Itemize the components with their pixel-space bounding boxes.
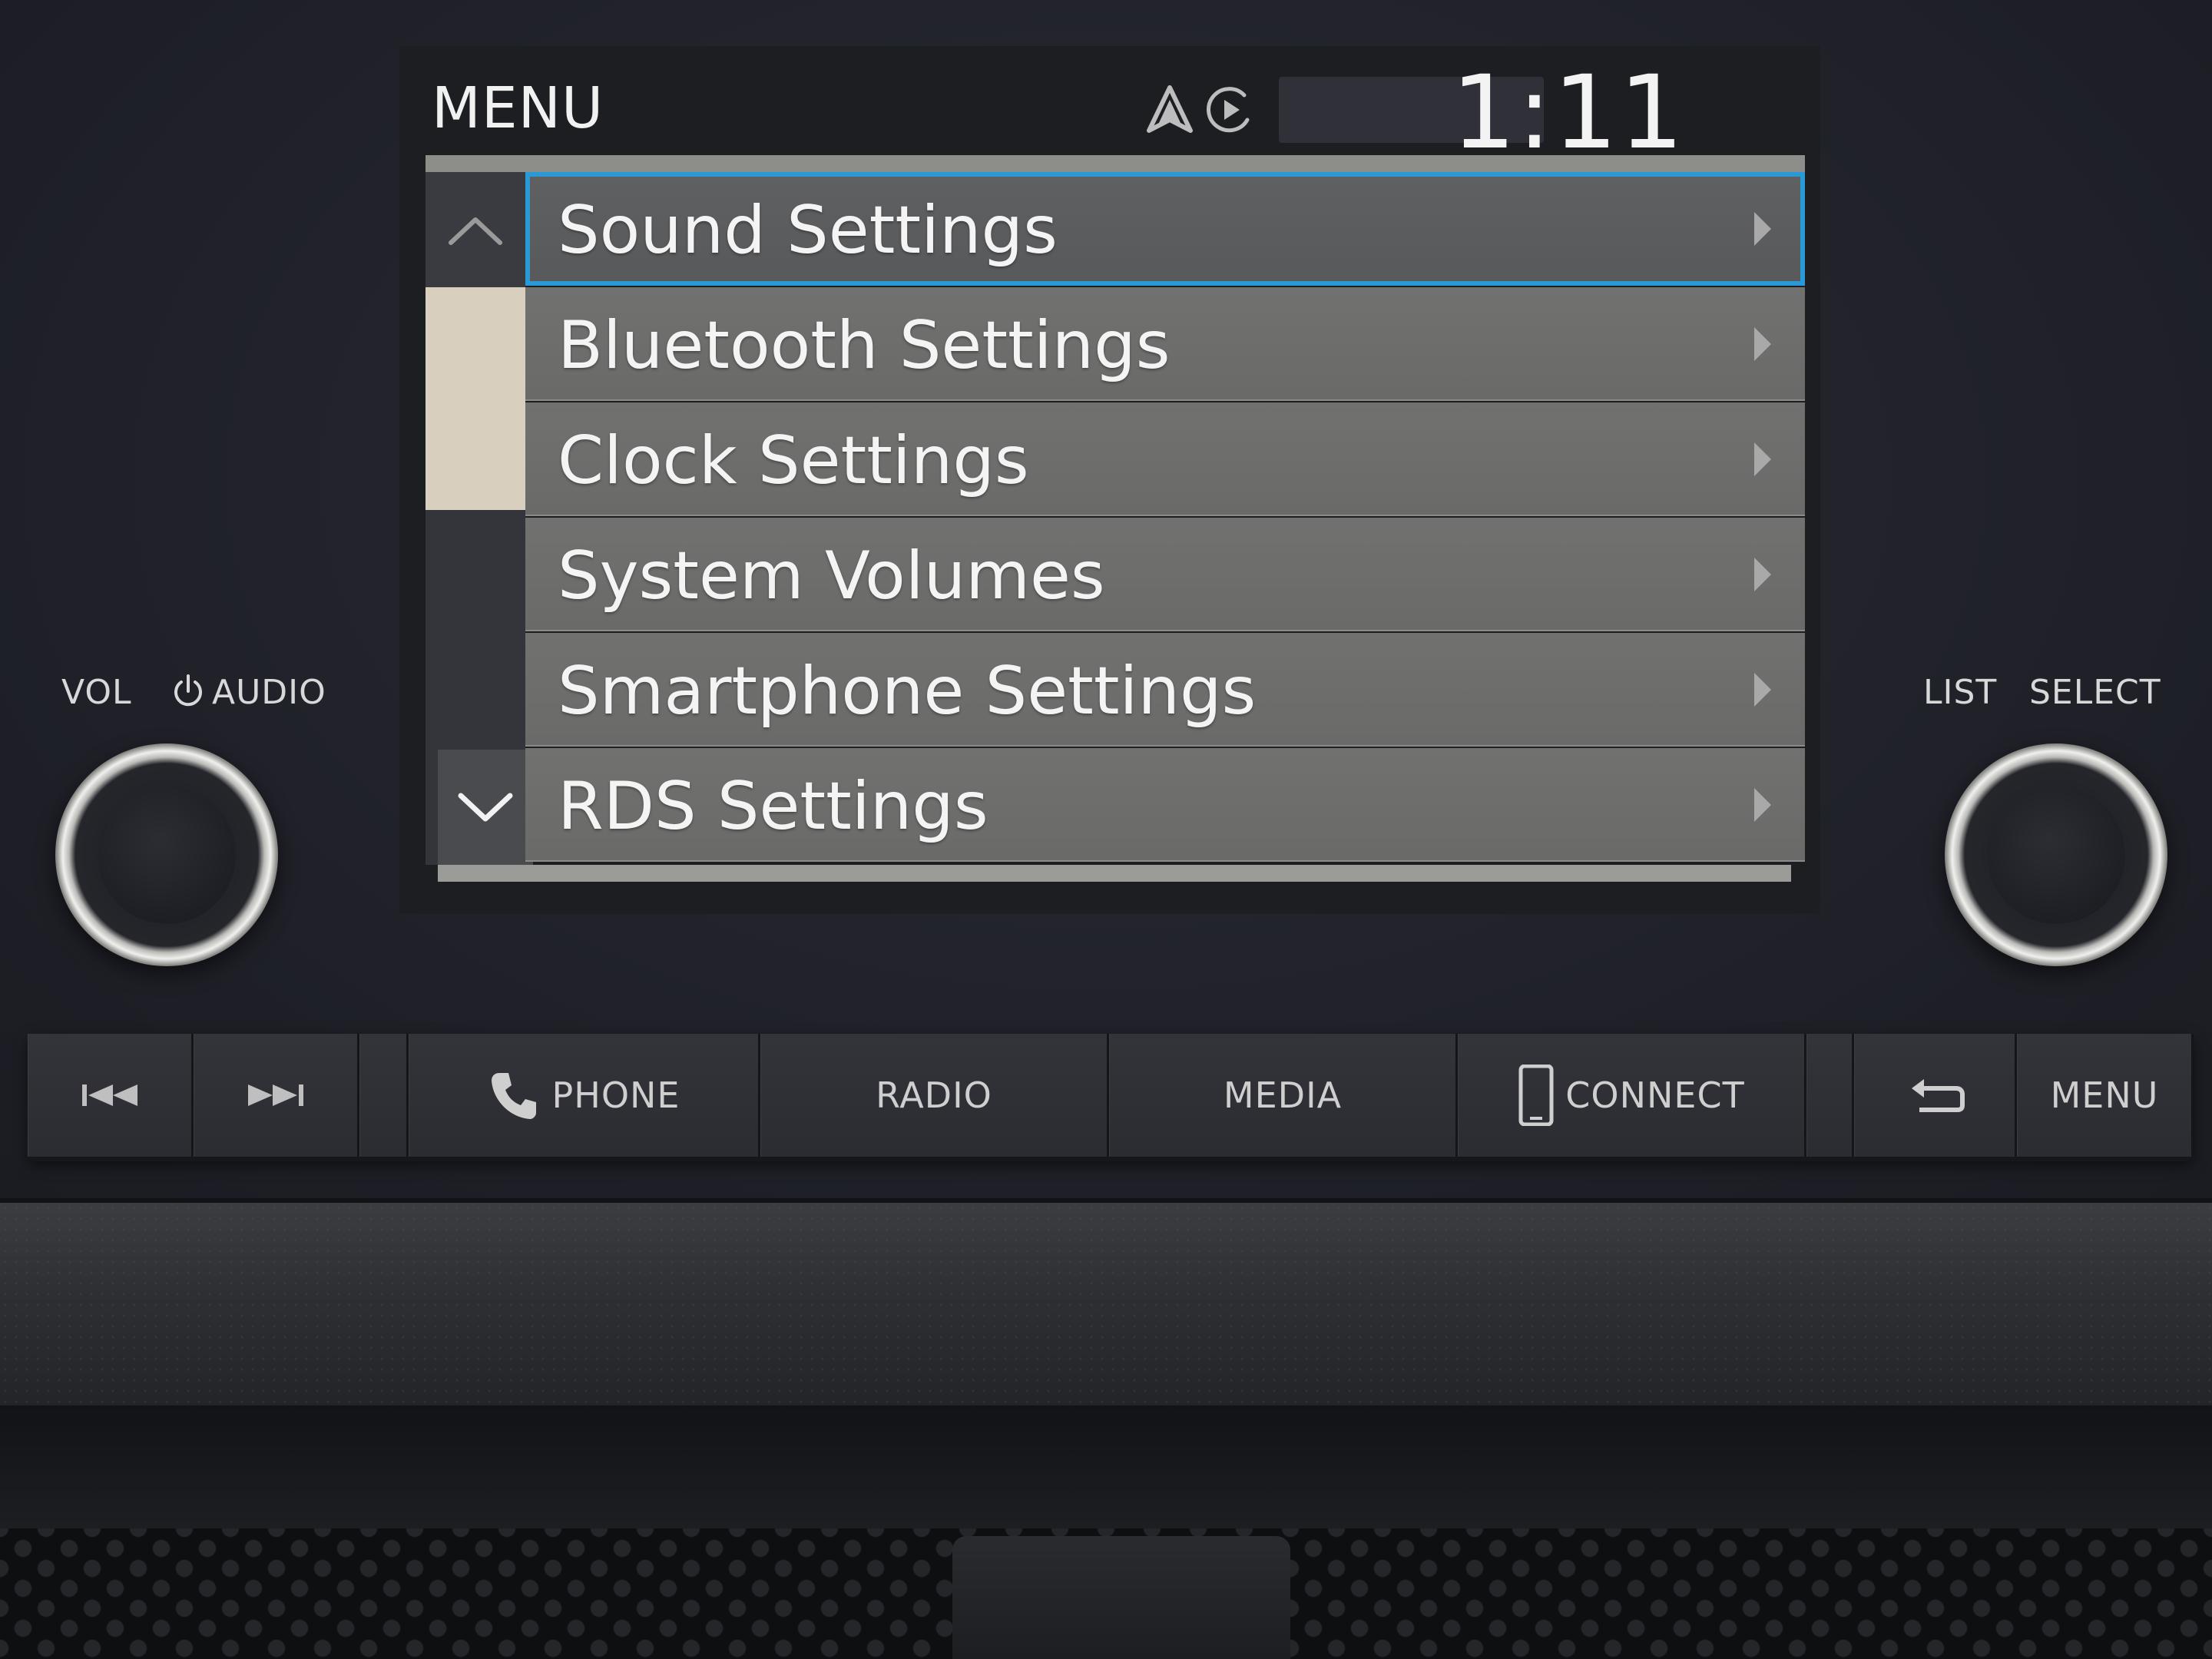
next-track-button[interactable] [194,1034,359,1157]
back-arrow-icon [1912,1079,1965,1112]
button-spacer [359,1034,409,1157]
infotainment-screen: MENU 1:11 Sound Settings Bluetooth Setti… [399,46,1820,914]
select-knob-center[interactable] [1987,786,2125,924]
menu-item-label: RDS Settings [558,768,988,845]
power-icon [174,674,202,707]
phone-button[interactable]: PHONE [409,1034,760,1157]
hazard-switch-housing [952,1536,1290,1659]
screen-title: MENU [432,75,604,141]
volume-knob-center[interactable] [98,786,236,924]
chevron-right-icon [1754,212,1771,246]
menu-item-system-volumes[interactable]: System Volumes [525,518,1805,631]
navigation-arrow-icon [1147,85,1193,133]
select-label: SELECT [2029,673,2161,712]
skip-forward-icon [248,1084,303,1106]
vol-label: VOL [61,673,132,712]
scroll-down-button[interactable] [438,750,533,865]
menu-item-rds-settings[interactable]: RDS Settings [525,748,1805,862]
menu-item-sound-settings[interactable]: Sound Settings [525,172,1805,286]
phone-icon [492,1073,537,1119]
media-button[interactable]: MEDIA [1109,1034,1458,1157]
previous-track-button[interactable] [28,1034,194,1157]
menu-item-smartphone-settings[interactable]: Smartphone Settings [525,633,1805,747]
volume-knob[interactable] [55,743,278,966]
radio-button-label: RADIO [876,1075,992,1116]
audio-label: AUDIO [212,673,326,712]
play-circle-icon [1207,87,1250,133]
dashboard-gap [0,1406,2212,1528]
button-spacer [1806,1034,1854,1157]
menu-item-label: Bluetooth Settings [558,307,1171,384]
radio-button[interactable]: RADIO [760,1034,1109,1157]
leather-texture [0,1203,2212,1410]
menu-item-label: Sound Settings [558,192,1058,269]
menu-button-label: MENU [2050,1075,2159,1116]
chevron-right-icon [1754,327,1771,361]
chevron-right-icon [1754,442,1771,476]
car-head-unit: MENU 1:11 Sound Settings Bluetooth Setti… [0,0,2212,1659]
list-label: LIST [1923,673,1998,712]
phone-button-label: PHONE [551,1075,680,1116]
scroll-thumb[interactable] [426,287,525,510]
settings-menu-list: Sound Settings Bluetooth Settings Clock … [525,172,1805,865]
chevron-right-icon [1754,673,1771,707]
scroll-up-button[interactable] [426,172,525,287]
connect-button-label: CONNECT [1565,1075,1745,1116]
smartphone-icon [1518,1065,1554,1126]
media-button-label: MEDIA [1223,1075,1343,1116]
list-bottom-border [438,865,1791,882]
skip-back-icon [82,1084,137,1106]
menu-item-bluetooth-settings[interactable]: Bluetooth Settings [525,287,1805,401]
hardware-button-strip: PHONE RADIO MEDIA CONNECT MENU [28,1034,2194,1161]
connect-button[interactable]: CONNECT [1458,1034,1806,1157]
menu-hard-button[interactable]: MENU [2017,1034,2194,1157]
chevron-right-icon [1754,788,1771,822]
select-knob[interactable] [1945,743,2167,966]
back-button[interactable] [1854,1034,2017,1157]
clock-display: 1:11 [1451,54,1685,172]
dashboard-trim [0,1198,2212,1410]
menu-item-clock-settings[interactable]: Clock Settings [525,402,1805,516]
menu-item-label: Clock Settings [558,422,1029,499]
menu-item-label: Smartphone Settings [558,653,1257,730]
chevron-up-icon [449,217,502,245]
list-top-border [426,155,1805,172]
chevron-down-icon [458,793,513,822]
menu-item-label: System Volumes [558,538,1105,614]
chevron-right-icon [1754,558,1771,591]
scrollbar[interactable] [426,172,533,865]
